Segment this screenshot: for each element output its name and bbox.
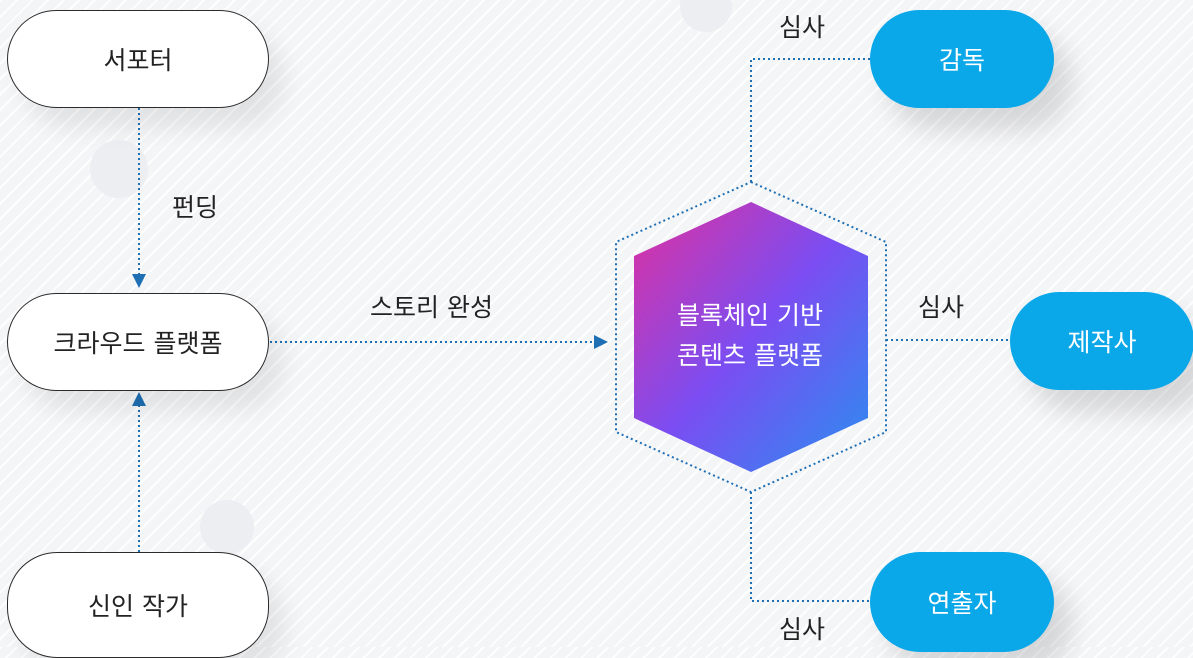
- producer-label: 연출자: [927, 589, 997, 618]
- story-complete-label: 스토리 완성: [370, 293, 493, 322]
- production-node: 제작사: [1010, 292, 1193, 390]
- supporter-label: 서포터: [103, 46, 173, 75]
- producer-connector: [750, 492, 870, 602]
- center-platform-label: 블록체인 기반 콘텐츠 플랫폼: [632, 296, 868, 376]
- funding-label: 펀딩: [172, 193, 219, 222]
- diagram-canvas: 서포터 크라우드 플랫폼 신인 작가 감독 제작사 연출자 블록체인 기반 콘텐…: [0, 0, 1193, 658]
- production-label: 제작사: [1067, 328, 1137, 357]
- supporter-node: 서포터: [7, 10, 269, 108]
- crowd-platform-label: 크라우드 플랫폼: [53, 329, 223, 358]
- arrowhead-down: [132, 274, 146, 288]
- arrowhead-up: [132, 392, 146, 406]
- director-label: 감독: [938, 46, 985, 75]
- crowd-platform-node: 크라우드 플랫폼: [7, 293, 269, 391]
- review-director-label: 심사: [779, 13, 826, 42]
- director-node: 감독: [870, 10, 1054, 108]
- arrowhead-right: [594, 335, 608, 349]
- producer-node: 연출자: [870, 552, 1054, 652]
- center-label-line1: 블록체인 기반: [677, 301, 823, 330]
- new-writer-node: 신인 작가: [7, 552, 269, 658]
- director-connector: [750, 58, 870, 182]
- review-producer-label: 심사: [779, 615, 826, 644]
- center-label-line2: 콘텐츠 플랫폼: [677, 341, 823, 370]
- new-writer-label: 신인 작가: [88, 592, 188, 621]
- review-production-label: 심사: [918, 293, 965, 322]
